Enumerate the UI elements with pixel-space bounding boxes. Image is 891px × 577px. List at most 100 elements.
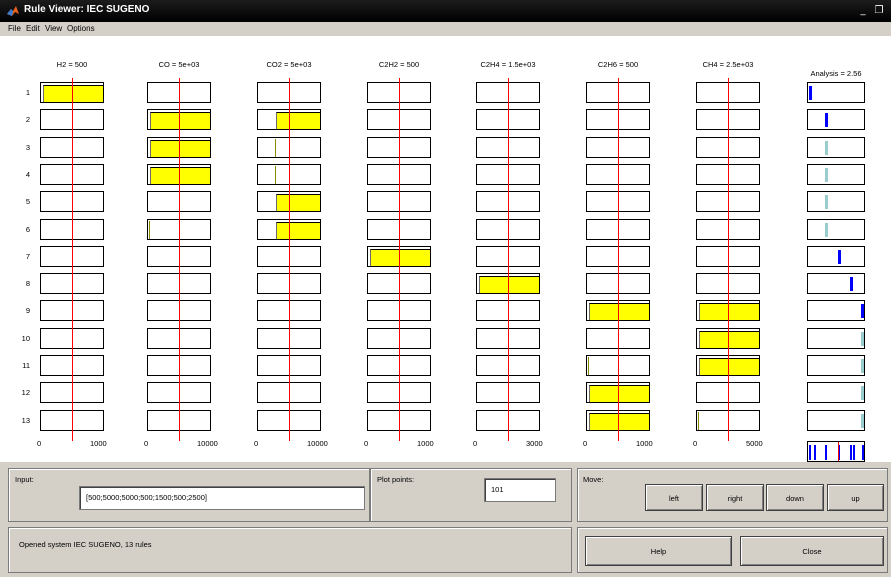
- status-text: Opened system IEC SUGENO, 13 rules: [19, 540, 152, 549]
- plot-points-panel: Plot points: 101: [370, 468, 572, 522]
- axis-tick-min: 0: [473, 438, 478, 448]
- plot-points-field[interactable]: 101: [484, 478, 556, 502]
- input-value-indicator[interactable]: [618, 78, 619, 441]
- output-plot-cell[interactable]: [807, 327, 865, 349]
- membership-fill: [699, 358, 759, 375]
- output-plot-cell[interactable]: [807, 82, 865, 103]
- axis-tick-max: 5000: [746, 438, 763, 448]
- output-plot-cell[interactable]: [807, 109, 865, 131]
- axis-tick-min: 0: [144, 438, 149, 448]
- membership-spike: [588, 357, 589, 375]
- rule-number-2: 2: [25, 115, 30, 125]
- membership-fill: [589, 412, 649, 430]
- input-variable-label: C2H6 = 500: [597, 60, 639, 69]
- move-down-button[interactable]: down: [766, 484, 824, 511]
- rule-number-5: 5: [25, 197, 30, 207]
- output-plot-cell[interactable]: [807, 163, 865, 185]
- output-plot-cell[interactable]: [807, 218, 865, 240]
- output-bar: [861, 331, 864, 346]
- rule-number-9: 9: [25, 306, 30, 316]
- title-bar[interactable]: Rule Viewer: IEC SUGENO _ ❐: [0, 0, 891, 22]
- rule-number-3: 3: [25, 142, 30, 152]
- input-value-indicator[interactable]: [399, 78, 400, 441]
- move-panel: Move: left right down up: [577, 468, 888, 522]
- membership-fill: [150, 166, 210, 184]
- output-bar: [824, 222, 828, 237]
- aggregate-bar: [862, 444, 864, 460]
- output-bar: [861, 386, 864, 401]
- input-label: Input:: [15, 475, 34, 484]
- membership-spike: [698, 411, 699, 430]
- input-value-indicator[interactable]: [179, 78, 180, 441]
- input-variable-label: C2H2 = 500: [378, 60, 420, 69]
- matlab-logo-icon: [7, 6, 19, 16]
- aggregate-value-indicator: [837, 441, 839, 461]
- axis-tick-max: 1000: [636, 438, 653, 448]
- membership-fill: [43, 85, 103, 102]
- axis-tick-min: 0: [37, 438, 42, 448]
- menu-file[interactable]: File: [8, 24, 21, 33]
- restore-icon[interactable]: ❐: [874, 5, 884, 16]
- aggregate-output-cell[interactable]: [807, 440, 865, 462]
- membership-spike: [274, 165, 276, 184]
- input-value-indicator[interactable]: [289, 78, 290, 441]
- input-value-indicator[interactable]: [508, 78, 509, 441]
- output-plot-cell[interactable]: [807, 355, 865, 376]
- output-plot-cell[interactable]: [807, 273, 865, 295]
- help-button[interactable]: Help: [585, 536, 732, 566]
- membership-fill: [589, 385, 649, 403]
- axis-tick-max: 1000: [90, 438, 107, 448]
- membership-fill: [699, 303, 759, 321]
- output-plot-cell[interactable]: [807, 191, 865, 213]
- input-value-indicator[interactable]: [728, 78, 729, 441]
- input-variable-label: CO2 = 5e+03: [266, 60, 312, 69]
- axis-tick-max: 10000: [307, 438, 328, 448]
- axis-tick-max: 1000: [417, 438, 434, 448]
- output-bar: [861, 304, 864, 319]
- menu-options[interactable]: Options: [67, 24, 95, 33]
- input-field[interactable]: [500;5000;5000;500;1500;500;2500]: [79, 486, 365, 510]
- aggregate-bar: [853, 444, 856, 460]
- axis-tick-max: 3000: [526, 438, 543, 448]
- membership-spike: [149, 220, 150, 239]
- menu-edit[interactable]: Edit: [26, 24, 40, 33]
- output-plot-cell[interactable]: [807, 136, 865, 158]
- close-button[interactable]: Close: [740, 536, 884, 566]
- membership-fill: [275, 194, 320, 212]
- membership-fill: [150, 112, 210, 130]
- output-bar: [824, 195, 828, 210]
- move-up-button[interactable]: up: [827, 484, 884, 511]
- rule-number-11: 11: [22, 361, 30, 370]
- move-label: Move:: [583, 475, 604, 484]
- axis-tick-min: 0: [583, 438, 588, 448]
- window-title: Rule Viewer: IEC SUGENO: [24, 4, 150, 15]
- axis-tick-min: 0: [364, 438, 369, 448]
- rule-number-8: 8: [25, 279, 30, 289]
- input-variable-label: CO = 5e+03: [158, 60, 200, 69]
- output-bar: [861, 413, 864, 428]
- output-bar: [838, 249, 842, 264]
- output-plot-cell[interactable]: [807, 300, 865, 322]
- move-left-button[interactable]: left: [645, 484, 703, 511]
- output-bar: [850, 277, 853, 292]
- menu-view[interactable]: View: [45, 24, 62, 33]
- input-value-indicator[interactable]: [72, 78, 73, 441]
- move-right-button[interactable]: right: [706, 484, 764, 511]
- rule-number-13: 13: [21, 415, 30, 425]
- rule-plot-area[interactable]: 1 2 3 4 5 6 7 8 9 10 11 12 13 H2 = 500 0 1000 CO = 5e+03…: [0, 36, 891, 475]
- input-variable-label: C2H4 = 1.5e+03: [480, 60, 536, 69]
- rule-number-7: 7: [25, 251, 30, 261]
- input-variable-label: H2 = 500: [56, 60, 88, 69]
- rule-number-6: 6: [25, 224, 30, 234]
- output-plot-cell[interactable]: [807, 409, 865, 431]
- output-plot-cell[interactable]: [807, 382, 865, 404]
- minimize-icon[interactable]: _: [858, 5, 868, 16]
- aggregate-bar: [814, 444, 817, 460]
- axis-tick-min: 0: [693, 438, 698, 448]
- aggregate-bar: [850, 444, 852, 460]
- help-close-panel: Help Close: [577, 527, 888, 573]
- output-plot-cell[interactable]: [807, 245, 865, 267]
- rule-number-12: 12: [21, 388, 30, 398]
- output-bar: [824, 113, 828, 128]
- membership-fill: [275, 221, 320, 239]
